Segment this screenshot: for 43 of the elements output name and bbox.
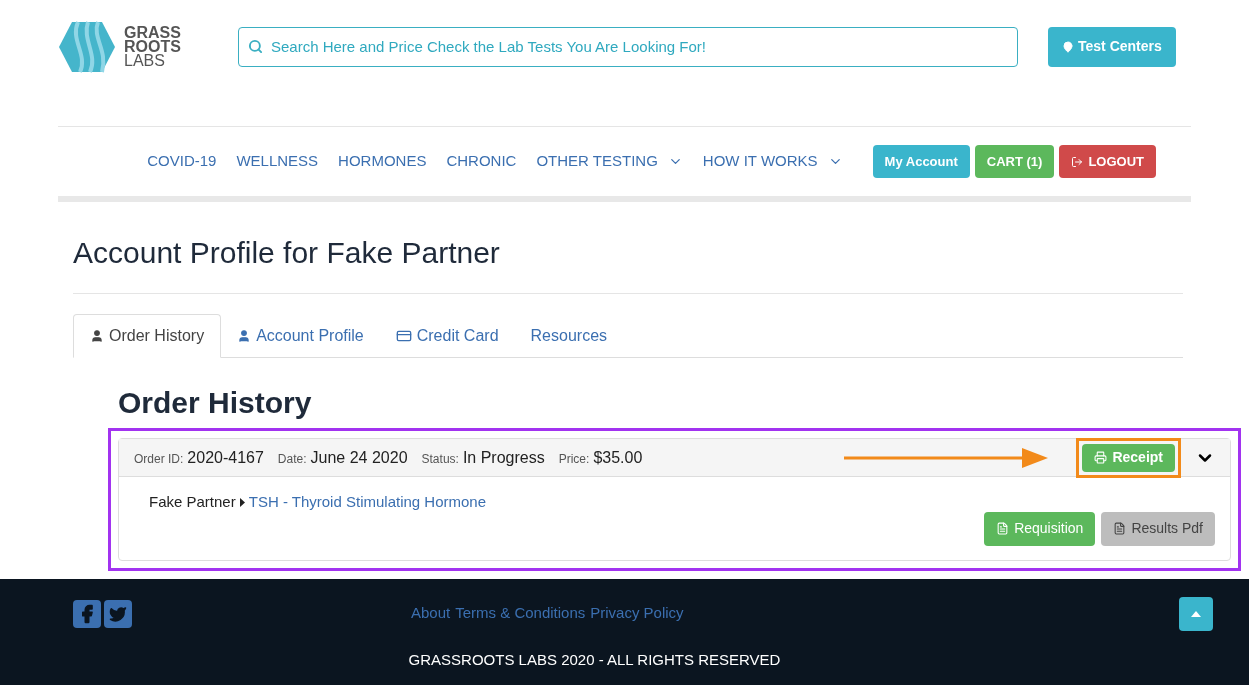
caret-up-icon — [1191, 610, 1201, 617]
printer-icon — [1094, 451, 1108, 464]
field-label: Order ID: — [134, 450, 184, 468]
search-icon — [248, 38, 263, 54]
hexagon-logo-icon — [58, 19, 116, 74]
scroll-top-button[interactable] — [1179, 596, 1213, 631]
field-label: Status: — [421, 450, 459, 468]
field-label: Price: — [558, 450, 590, 468]
nav-link[interactable]: OTHER TESTING — [536, 150, 658, 173]
footer-link[interactable]: Terms & Conditions — [455, 602, 586, 625]
tab[interactable]: Order History — [73, 314, 222, 358]
caret-right-icon — [239, 497, 245, 507]
copyright-text: GRASSROOTS LABS 2020 - ALL RIGHTS RESERVED — [407, 649, 782, 670]
page-title: Account Profile for Fake Partner — [73, 235, 501, 271]
footer-link[interactable]: About — [411, 602, 451, 625]
logo-text: GRASS ROOTS LABS — [124, 25, 181, 68]
test-link[interactable]: TSH - Thyroid Stimulating Hormone — [248, 491, 487, 514]
facebook-icon[interactable] — [73, 599, 101, 628]
user-icon — [237, 328, 252, 343]
footer-link[interactable]: Privacy Policy — [590, 602, 684, 625]
map-pin-icon — [1062, 40, 1074, 53]
nav-link[interactable]: CHRONIC — [446, 150, 517, 173]
field-value: $35.00 — [593, 447, 643, 468]
field-label: Date: — [277, 450, 307, 468]
field-value: In Progress — [462, 447, 545, 468]
patient-name: Fake Partner — [149, 492, 236, 512]
nav-link[interactable]: WELLNESS — [236, 150, 319, 173]
tab[interactable]: Account Profile — [221, 314, 380, 357]
user-icon — [90, 329, 104, 343]
field-value: June 24 2020 — [310, 447, 408, 468]
document-icon — [996, 522, 1010, 535]
tab[interactable]: Resources — [514, 314, 624, 357]
bird-icon[interactable] — [104, 599, 132, 628]
nav-link[interactable]: HOW IT WORKS — [702, 150, 818, 173]
logout-button[interactable]: LOGOUT — [1059, 145, 1156, 178]
search-field[interactable]: Search Here and Price Check the Lab Tests You Are Looking For! — [238, 26, 1018, 67]
nav-link[interactable]: HORMONES — [338, 150, 427, 173]
field-value: 2020-4167 — [187, 447, 264, 468]
logout-icon — [1071, 155, 1084, 168]
nav-link[interactable]: COVID-19 — [147, 150, 217, 173]
tab[interactable]: Credit Card — [379, 314, 515, 357]
document-icon — [1113, 522, 1127, 535]
section-title: Order History — [118, 386, 313, 420]
